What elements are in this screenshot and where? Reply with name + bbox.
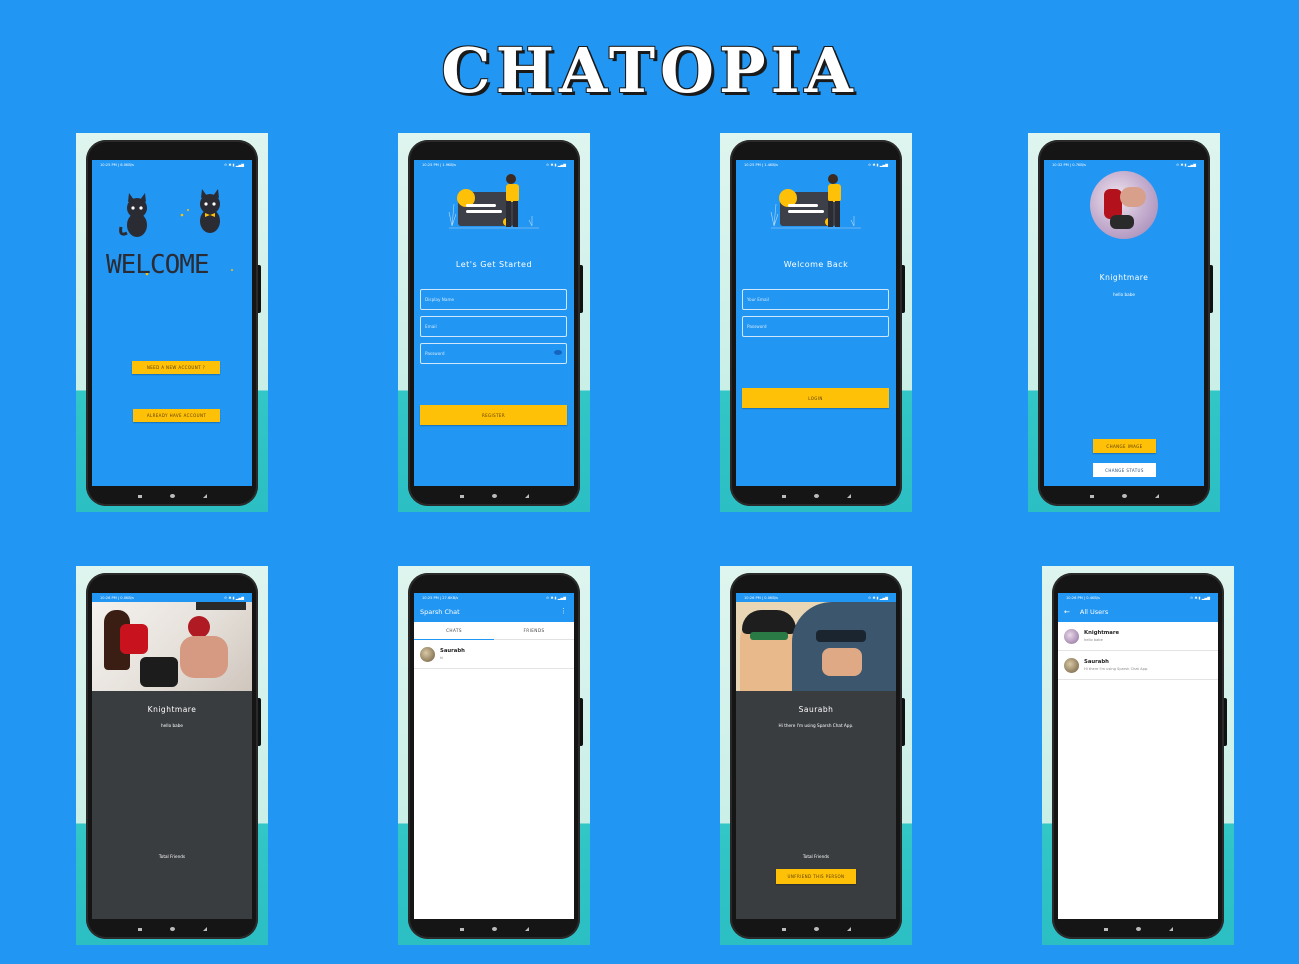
profile-name: Saurabh bbox=[798, 705, 834, 714]
more-vert-icon[interactable]: ⋮ bbox=[560, 607, 567, 615]
nav-bar bbox=[730, 923, 902, 935]
phone-card-settings: 10:32 PM | 0.7KB/s ⊙ ✱ ▮ ▂▄▆ Knightmare h… bbox=[1028, 133, 1220, 512]
welcome-text: WELCOME bbox=[106, 250, 210, 280]
profile-screen: 10:26 PM | 0.0KB/s ⊙ ✱ ▮ ▂▄▆ Saurabh Hi t… bbox=[736, 593, 896, 919]
status-bar: 10:26 PM | 0.0KB/s ⊙ ✱ ▮ ▂▄▆ bbox=[736, 593, 896, 602]
phone-card-welcome: 10:25 PM | 6.0KB/s ⊙ ✱ ▮ ▂▄▆ WELCOME NEED… bbox=[76, 133, 268, 512]
avatar bbox=[1064, 657, 1079, 673]
user-row[interactable]: Saurabh Hi there I'm using Sparsh Chat A… bbox=[1058, 651, 1218, 680]
tab-bar: CHATS FRIENDS bbox=[414, 622, 574, 640]
back-arrow-icon[interactable]: ← bbox=[1064, 608, 1070, 616]
email-field[interactable]: Your Email bbox=[742, 289, 889, 310]
total-friends-label: Total Friends bbox=[802, 854, 830, 859]
chat-name: Saurabh bbox=[440, 648, 465, 654]
app-bar-title: Sparsh Chat bbox=[420, 608, 460, 616]
login-screen: 10:25 PM | 1.4KB/s ⊙ ✱ ▮ ▂▄▆ Welcome Back… bbox=[736, 160, 896, 486]
phone-frame: 10:26 PM | 0.4KB/s ⊙ ✱ ▮ ▂▄▆ ← All Users … bbox=[1052, 573, 1227, 939]
chat-row[interactable]: Saurabh hi bbox=[414, 640, 574, 669]
user-status: Hi there I'm using Sparsh Chat App. bbox=[1084, 667, 1149, 671]
user-name: Saurabh bbox=[1084, 659, 1109, 665]
phone-card-profile-knightmare: 10:26 PM | 0.0KB/s ⊙ ✱ ▮ ▂▄▆ Knightmare h… bbox=[76, 566, 268, 945]
app-bar: ← All Users bbox=[1058, 602, 1218, 622]
total-friends-label: Total Friends bbox=[158, 854, 186, 859]
phone-frame: 10:32 PM | 0.7KB/s ⊙ ✱ ▮ ▂▄▆ Knightmare h… bbox=[1038, 140, 1213, 506]
profile-name: Knightmare bbox=[1099, 273, 1149, 282]
app-bar-title: All Users bbox=[1079, 608, 1109, 616]
register-button[interactable]: REGISTER bbox=[420, 405, 567, 425]
profile-status: hello babe bbox=[161, 723, 183, 728]
login-button[interactable]: LOGIN bbox=[742, 388, 889, 408]
login-heading: Welcome Back bbox=[783, 260, 849, 269]
card-illustration bbox=[448, 174, 539, 229]
already-have-account-button[interactable]: ALREADY HAVE ACCOUNT bbox=[133, 409, 220, 422]
nav-bar bbox=[730, 490, 902, 502]
app-title: CHATOPIA bbox=[441, 34, 858, 107]
status-bar: 10:25 PM | 6.0KB/s ⊙ ✱ ▮ ▂▄▆ bbox=[100, 162, 244, 167]
need-new-account-button[interactable]: NEED A NEW ACCOUNT ? bbox=[132, 361, 220, 374]
profile-status: Hi there I'm using Sparsh Chat App. bbox=[778, 723, 854, 728]
avatar bbox=[1064, 628, 1079, 644]
chat-message: hi bbox=[440, 656, 444, 660]
user-name: Knightmare bbox=[1084, 630, 1120, 636]
phone-card-all-users: 10:26 PM | 0.4KB/s ⊙ ✱ ▮ ▂▄▆ ← All Users … bbox=[1042, 566, 1234, 945]
change-image-button[interactable]: CHANGE IMAGE bbox=[1093, 439, 1156, 453]
phone-card-profile-saurabh: 10:26 PM | 0.0KB/s ⊙ ✱ ▮ ▂▄▆ Saurabh Hi t… bbox=[720, 566, 912, 945]
avatar bbox=[420, 646, 435, 662]
password-placeholder: Password bbox=[425, 351, 445, 356]
tab-chats[interactable]: CHATS bbox=[414, 622, 494, 640]
chats-screen: 10:25 PM | 27.6KB/s ⊙ ✱ ▮ ▂▄▆ Sparsh Chat… bbox=[414, 593, 574, 919]
welcome-screen: 10:25 PM | 6.0KB/s ⊙ ✱ ▮ ▂▄▆ WELCOME NEED… bbox=[92, 160, 252, 486]
phone-frame: 10:25 PM | 27.6KB/s ⊙ ✱ ▮ ▂▄▆ Sparsh Chat… bbox=[408, 573, 583, 939]
status-bar: 10:32 PM | 0.7KB/s ⊙ ✱ ▮ ▂▄▆ bbox=[1052, 162, 1196, 167]
phone-card-login: 10:25 PM | 1.4KB/s ⊙ ✱ ▮ ▂▄▆ Welcome Back… bbox=[720, 133, 912, 512]
nav-bar bbox=[408, 923, 580, 935]
tab-friends[interactable]: FRIENDS bbox=[494, 622, 574, 639]
settings-screen: 10:32 PM | 0.7KB/s ⊙ ✱ ▮ ▂▄▆ Knightmare h… bbox=[1044, 160, 1204, 486]
nav-bar bbox=[1038, 490, 1210, 502]
card-illustration bbox=[770, 174, 861, 229]
profile-status: hello babe bbox=[1113, 292, 1135, 297]
profile-cover-image bbox=[92, 602, 252, 691]
register-screen: 10:25 PM | 1.9KB/s ⊙ ✱ ▮ ▂▄▆ Let's Get St… bbox=[414, 160, 574, 486]
status-bar: 10:25 PM | 27.6KB/s ⊙ ✱ ▮ ▂▄▆ bbox=[414, 593, 574, 602]
email-field[interactable]: Email bbox=[420, 316, 567, 337]
phone-frame: 10:26 PM | 0.0KB/s ⊙ ✱ ▮ ▂▄▆ Knightmare h… bbox=[86, 573, 261, 939]
phone-card-chats: 10:25 PM | 27.6KB/s ⊙ ✱ ▮ ▂▄▆ Sparsh Chat… bbox=[398, 566, 590, 945]
unfriend-button[interactable]: UNFRIEND THIS PERSON bbox=[776, 869, 856, 884]
profile-cover-image bbox=[736, 602, 896, 691]
password-field[interactable]: Password bbox=[420, 343, 567, 364]
phone-card-register: 10:25 PM | 1.9KB/s ⊙ ✱ ▮ ▂▄▆ Let's Get St… bbox=[398, 133, 590, 512]
all-users-screen: 10:26 PM | 0.4KB/s ⊙ ✱ ▮ ▂▄▆ ← All Users … bbox=[1058, 593, 1218, 919]
app-bar: Sparsh Chat ⋮ bbox=[414, 602, 574, 622]
user-row[interactable]: Knightmare hello babe bbox=[1058, 622, 1218, 651]
user-status: hello babe bbox=[1084, 638, 1103, 642]
profile-screen: 10:26 PM | 0.0KB/s ⊙ ✱ ▮ ▂▄▆ Knightmare h… bbox=[92, 593, 252, 919]
phone-frame: 10:25 PM | 6.0KB/s ⊙ ✱ ▮ ▂▄▆ WELCOME NEED… bbox=[86, 140, 261, 506]
change-status-button[interactable]: CHANGE STATUS bbox=[1093, 463, 1156, 477]
profile-avatar[interactable] bbox=[1090, 171, 1158, 239]
phone-frame: 10:26 PM | 0.0KB/s ⊙ ✱ ▮ ▂▄▆ Saurabh Hi t… bbox=[730, 573, 905, 939]
register-heading: Let's Get Started bbox=[455, 260, 533, 269]
status-bar: 10:26 PM | 0.4KB/s ⊙ ✱ ▮ ▂▄▆ bbox=[1058, 593, 1218, 602]
display-name-field[interactable]: Display Name bbox=[420, 289, 567, 310]
nav-bar bbox=[1052, 923, 1224, 935]
profile-name: Knightmare bbox=[147, 705, 197, 714]
phone-frame: 10:25 PM | 1.9KB/s ⊙ ✱ ▮ ▂▄▆ Let's Get St… bbox=[408, 140, 583, 506]
nav-bar bbox=[86, 923, 258, 935]
status-bar: 10:26 PM | 0.0KB/s ⊙ ✱ ▮ ▂▄▆ bbox=[92, 593, 252, 602]
phone-frame: 10:25 PM | 1.4KB/s ⊙ ✱ ▮ ▂▄▆ Welcome Back… bbox=[730, 140, 905, 506]
password-field[interactable]: Password bbox=[742, 316, 889, 337]
eye-icon[interactable] bbox=[554, 350, 562, 355]
nav-bar bbox=[408, 490, 580, 502]
nav-bar bbox=[86, 490, 258, 502]
